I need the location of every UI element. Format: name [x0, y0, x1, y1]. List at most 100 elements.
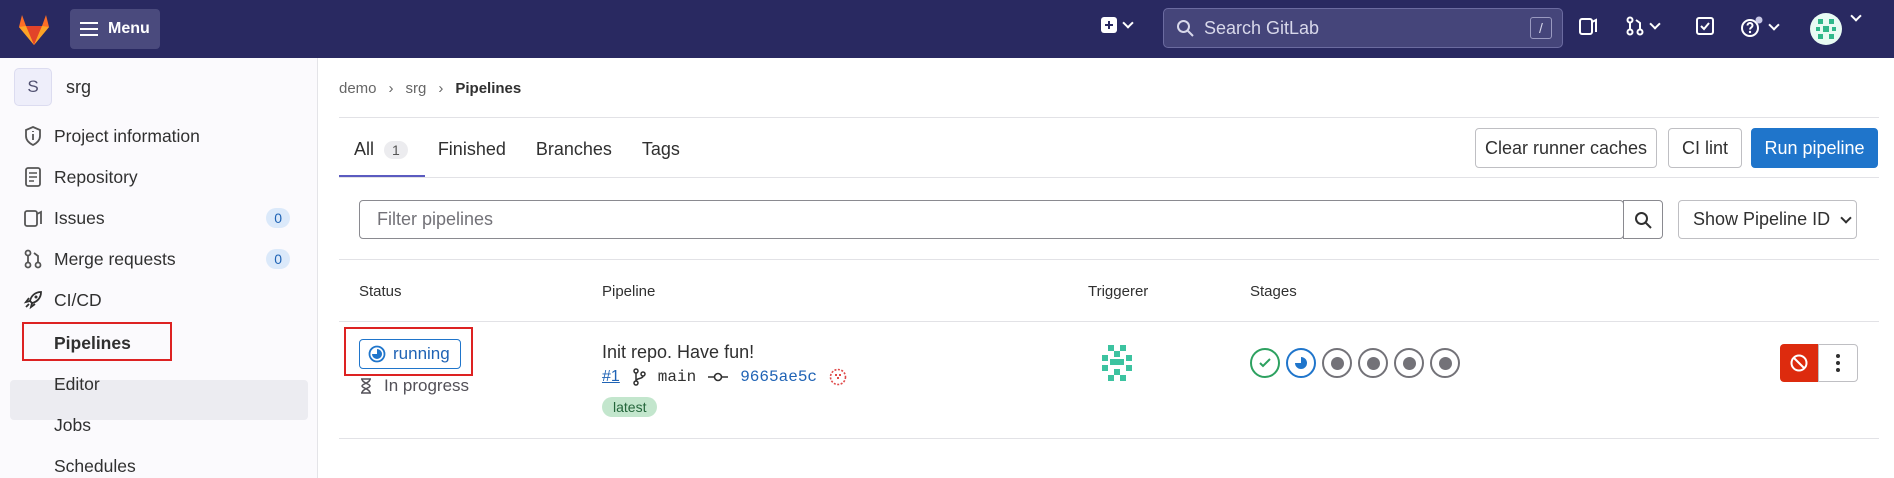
pipeline-tabs: All 1 Finished Branches Tags: [354, 139, 680, 160]
chevron-down-icon: [1122, 17, 1134, 29]
divider: [339, 117, 1879, 118]
menu-label: Menu: [108, 20, 150, 37]
merge-request-icon: [1626, 16, 1644, 36]
sidebar-item-repository[interactable]: Repository: [22, 159, 302, 195]
sidebar-item-merge-requests[interactable]: Merge requests 0: [22, 241, 302, 277]
pipeline-commit-title[interactable]: Init repo. Have fun!: [602, 342, 754, 363]
sidebar-item-ci-cd[interactable]: CI/CD: [22, 282, 302, 318]
project-avatar: S: [14, 68, 52, 106]
tab-tags[interactable]: Tags: [642, 139, 680, 160]
chevron-right-icon: ›: [388, 80, 394, 97]
column-header-stages: Stages: [1250, 283, 1297, 300]
commit-icon: [708, 372, 729, 382]
breadcrumb-pipelines[interactable]: Pipelines: [455, 80, 521, 97]
branch-name[interactable]: main: [658, 368, 696, 386]
filter-search-button[interactable]: [1623, 200, 1663, 239]
chevron-right-icon: ›: [438, 80, 444, 97]
duration-text: In progress: [384, 376, 470, 395]
commit-sha-link[interactable]: 9665ae5c: [740, 368, 817, 386]
chevron-down-icon: [1850, 10, 1862, 22]
dropdown-label: Show Pipeline ID: [1693, 209, 1831, 229]
tab-count-badge: 1: [384, 140, 408, 159]
sidebar-item-label: Project information: [54, 125, 200, 146]
breadcrumb-srg[interactable]: srg: [406, 80, 427, 97]
search-input[interactable]: Search GitLab /: [1163, 8, 1563, 48]
sidebar-item-label: Merge requests: [54, 248, 176, 269]
tab-branches[interactable]: Branches: [536, 139, 612, 160]
search-icon: [1177, 20, 1194, 37]
show-pipeline-id-dropdown[interactable]: Show Pipeline ID: [1678, 200, 1857, 239]
kebab-dot: [1836, 361, 1840, 365]
divider: [339, 177, 1879, 178]
run-pipeline-button[interactable]: Run pipeline: [1751, 128, 1878, 168]
menu-button[interactable]: Menu: [70, 9, 160, 49]
help-button[interactable]: [1740, 16, 1780, 38]
divider: [339, 259, 1879, 260]
triggerer-avatar[interactable]: [1096, 341, 1138, 383]
identicon-icon: [1816, 19, 1836, 39]
latest-badge: latest: [602, 397, 658, 417]
column-header-pipeline: Pipeline: [602, 283, 656, 300]
divider: [339, 438, 1879, 439]
hourglass-icon: [361, 378, 371, 394]
pipeline-stages: [1250, 348, 1460, 378]
merge-requests-nav-button[interactable]: [1625, 16, 1661, 36]
cancel-pipeline-button[interactable]: [1780, 344, 1818, 382]
issues-count-badge: 0: [266, 208, 290, 228]
divider: [339, 321, 1879, 322]
rocket-icon: [22, 289, 44, 311]
sidebar: S srg Project information Repository Iss…: [0, 58, 318, 478]
sidebar-subitem-schedules[interactable]: Schedules: [54, 456, 136, 477]
sidebar-subitem-editor[interactable]: Editor: [54, 374, 100, 395]
filter-placeholder: Filter pipelines: [377, 209, 494, 229]
pipeline-id-link[interactable]: #1: [602, 368, 620, 386]
sidebar-item-label: Repository: [54, 166, 138, 187]
search-shortcut-key: /: [1530, 17, 1552, 39]
stage-pending-icon[interactable]: [1394, 348, 1424, 378]
breadcrumb: demo › srg › Pipelines: [339, 80, 521, 97]
stage-pending-icon[interactable]: [1322, 348, 1352, 378]
column-header-status: Status: [359, 283, 402, 300]
merge-requests-count-badge: 0: [266, 249, 290, 269]
sidebar-item-issues[interactable]: Issues 0: [22, 200, 302, 236]
cancel-icon: [1790, 354, 1808, 372]
tab-finished[interactable]: Finished: [438, 139, 506, 160]
stage-success-icon[interactable]: [1250, 348, 1280, 378]
doc-icon: [22, 166, 44, 188]
help-icon: [1741, 16, 1763, 37]
create-new-button[interactable]: [1100, 16, 1134, 34]
gitlab-logo-icon[interactable]: [14, 9, 54, 49]
kebab-dot: [1836, 354, 1840, 358]
hamburger-icon: [80, 22, 98, 36]
stage-pending-icon[interactable]: [1358, 348, 1388, 378]
commit-author-avatar-icon: [829, 368, 847, 386]
todos-nav-button[interactable]: [1695, 16, 1715, 36]
sidebar-item-project-information[interactable]: Project information: [22, 118, 302, 154]
column-header-triggerer: Triggerer: [1088, 283, 1149, 300]
sidebar-item-label: Issues: [54, 207, 105, 228]
plus-square-icon: [1101, 17, 1117, 33]
more-actions-button[interactable]: [1818, 344, 1858, 382]
user-menu-chevron[interactable]: [1850, 10, 1862, 22]
breadcrumb-demo[interactable]: demo: [339, 80, 377, 97]
top-bar: Menu Search GitLab /: [0, 0, 1894, 58]
user-avatar[interactable]: [1810, 13, 1842, 45]
sidebar-subitem-jobs[interactable]: Jobs: [54, 415, 91, 436]
issues-icon: [22, 207, 44, 229]
project-header[interactable]: S srg: [14, 68, 91, 106]
clear-runner-caches-button[interactable]: Clear runner caches: [1475, 128, 1657, 168]
chevron-down-icon: [1768, 19, 1780, 31]
chevron-down-icon: [1649, 18, 1661, 30]
search-icon: [1635, 211, 1652, 229]
tab-label: All: [354, 139, 375, 159]
stage-running-icon[interactable]: [1286, 348, 1316, 378]
search-placeholder: Search GitLab: [1204, 17, 1320, 38]
branch-icon: [633, 368, 646, 386]
filter-pipelines-input[interactable]: Filter pipelines: [359, 200, 1624, 239]
issues-icon: [1579, 18, 1597, 35]
stage-pending-icon[interactable]: [1430, 348, 1460, 378]
ci-lint-button[interactable]: CI lint: [1668, 128, 1742, 168]
issues-nav-button[interactable]: [1578, 16, 1598, 36]
tab-all[interactable]: All 1: [354, 139, 408, 160]
chevron-down-icon: [1840, 211, 1852, 224]
